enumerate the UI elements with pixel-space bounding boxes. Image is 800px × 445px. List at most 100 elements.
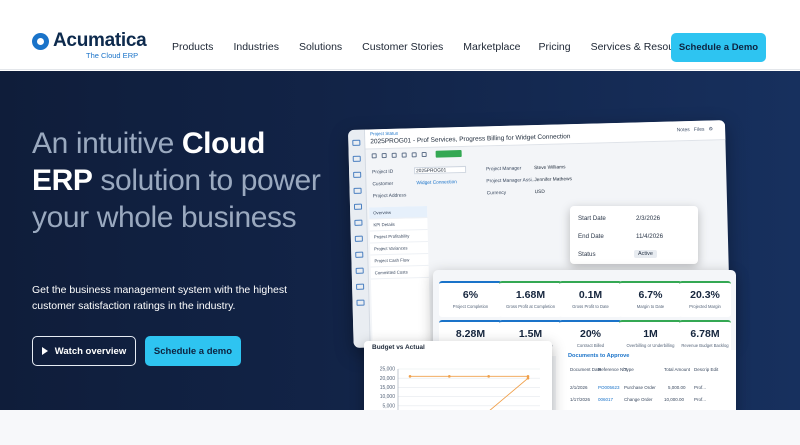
chart-point	[526, 376, 530, 380]
watch-overview-label: Watch overview	[54, 345, 127, 357]
sidebar-payables-icon	[354, 219, 363, 226]
chart-y-tick-label: 15,000	[380, 385, 396, 391]
nav-solutions[interactable]: Solutions	[299, 41, 342, 53]
chart-y-tick-label: 5,000	[382, 403, 395, 409]
headline-lead: An intuitive	[32, 127, 182, 160]
kpi-card: 6.7% Margin to Date	[619, 281, 682, 317]
first-record-icon	[381, 152, 387, 159]
docs-cell-link: PO005623	[598, 385, 620, 390]
last-record-icon	[411, 152, 417, 158]
chart-point	[448, 375, 451, 378]
sidebar-inventory-icon	[356, 283, 365, 290]
chart-point	[408, 375, 412, 378]
docs-cell-link: 006017	[598, 397, 614, 402]
kpi-card: 20.3% Projected Margin	[679, 281, 731, 317]
kpi-label: Gross Profit to Date	[572, 304, 609, 309]
manager-assistant-label: Project Manager Assi...	[486, 178, 536, 185]
customer-label: Customer	[372, 181, 394, 188]
kpi-label: Margin to Date	[636, 304, 665, 309]
schedule-demo-header-button[interactable]: Schedule a Demo	[671, 33, 766, 62]
project-manager-label: Project Manager	[486, 166, 522, 173]
status-badge: Active	[634, 250, 657, 258]
kpi-value: 6%	[462, 289, 479, 301]
docs-cell: Purchase Order	[624, 385, 656, 390]
top-navigation-bar: Acumatica The Cloud ERP Products Industr…	[0, 0, 800, 70]
kpi-value: 20.3%	[690, 289, 720, 301]
chart-y-tick-label: 10,000	[380, 394, 396, 400]
files-link: Files	[693, 126, 705, 133]
leftnav-committed-costs: Committed Costs	[370, 265, 429, 280]
docs-header-amount: Total Amount	[664, 367, 691, 372]
docs-cell: Change Order	[624, 397, 653, 402]
chart-y-tick-label: 20,000	[380, 376, 396, 382]
kpi-label: Contract Billed	[576, 343, 605, 348]
hero-headline: An intuitive Cloud ERP solution to power…	[32, 125, 332, 236]
kpi-value: 1.5M	[518, 328, 543, 340]
docs-header-type: Type	[624, 367, 634, 372]
undo-icon	[371, 153, 377, 159]
app-header-links: Notes Files ⚙	[676, 126, 714, 134]
project-id-value: 2025PROG01	[416, 168, 447, 175]
sidebar-favorites-icon	[352, 155, 361, 162]
chart-point	[487, 375, 490, 378]
notes-link: Notes	[676, 127, 690, 134]
sidebar-finance-icon	[353, 187, 362, 194]
logo-tagline: The Cloud ERP	[86, 51, 139, 60]
next-record-icon	[401, 152, 407, 158]
nav-customer-stories[interactable]: Customer Stories	[362, 41, 443, 53]
currency-value: USD	[534, 189, 545, 196]
customer-value: Widget Connection	[416, 180, 458, 187]
project-left-nav: Overview KPI Details Project Profitabili…	[369, 205, 431, 348]
project-id-label: Project ID	[372, 169, 394, 176]
docs-cell: 10,000.00	[664, 397, 685, 402]
project-address-label: Project Address	[372, 193, 407, 200]
hero-subtext: Get the business management system with …	[32, 284, 288, 312]
sidebar-receivables-icon	[354, 235, 363, 242]
logo-icon	[32, 32, 49, 50]
kpi-value: 6.7%	[638, 289, 663, 301]
manager-assistant-value: Jennifer Mathews	[534, 177, 573, 184]
kpi-value: 6.78M	[690, 328, 720, 340]
kpi-label: Revenue Budget Backlog	[681, 343, 729, 348]
docs-cell: 1/17/2026	[570, 397, 591, 402]
main-nav: Products Industries Solutions Customer S…	[172, 41, 714, 53]
kpi-label: Projected Margin	[689, 304, 721, 309]
nav-pricing[interactable]: Pricing	[538, 41, 570, 53]
chart-title: Budget vs Actual	[372, 344, 425, 351]
nav-marketplace[interactable]: Marketplace	[463, 41, 520, 53]
sidebar-purchases-icon	[355, 267, 364, 274]
kpi-label: Overbilling or Underbilling	[626, 343, 675, 348]
docs-header-description: Descrip Edit	[694, 367, 719, 372]
acumatica-logo[interactable]: Acumatica	[32, 30, 147, 52]
nav-industries[interactable]: Industries	[233, 41, 279, 53]
kpi-value: 1.68M	[515, 289, 546, 301]
sidebar-projects-icon	[353, 171, 362, 178]
sidebar-banking-icon	[353, 203, 363, 210]
project-dates-popup: Start Date 2/3/2026 End Date 11/4/2026 S…	[570, 206, 698, 264]
sidebar-menu-icon	[352, 139, 361, 146]
below-hero-strip	[0, 410, 800, 445]
kpi-value: 0.1M	[578, 289, 603, 301]
toolbar-action-button	[435, 150, 462, 158]
kpi-card: 0.1M Gross Profit to Date	[559, 281, 622, 317]
end-date-value: 11/4/2026	[636, 233, 664, 240]
sidebar-config-icon	[356, 299, 365, 306]
kpi-value: 8.28M	[455, 328, 486, 340]
schedule-demo-hero-button[interactable]: Schedule a demo	[145, 336, 241, 366]
start-date-value: 2/3/2026	[636, 215, 661, 222]
start-date-label: Start Date	[578, 215, 606, 222]
kpi-card: 1.68M Gross Profit at Completion	[499, 281, 562, 317]
docs-cell: Prof...	[694, 397, 707, 402]
kpi-value: 1M	[643, 328, 658, 340]
project-summary-form: Project ID 2025PROG01 Customer Widget Co…	[366, 155, 727, 204]
chart-y-tick-label: 25,000	[380, 367, 396, 373]
status-label: Status	[578, 251, 596, 258]
watch-overview-button[interactable]: Watch overview	[32, 336, 136, 366]
nav-products[interactable]: Products	[172, 41, 213, 53]
docs-cell: 5,000.00	[668, 385, 686, 390]
kpi-label: Gross Profit at Completion	[505, 304, 556, 309]
docs-cell: Prof...	[694, 385, 707, 390]
kpi-card: 6% Project Completion	[439, 281, 502, 317]
add-record-icon	[421, 151, 427, 158]
documents-to-approve-table: Documents to Approve Document Date Refer…	[556, 350, 736, 410]
